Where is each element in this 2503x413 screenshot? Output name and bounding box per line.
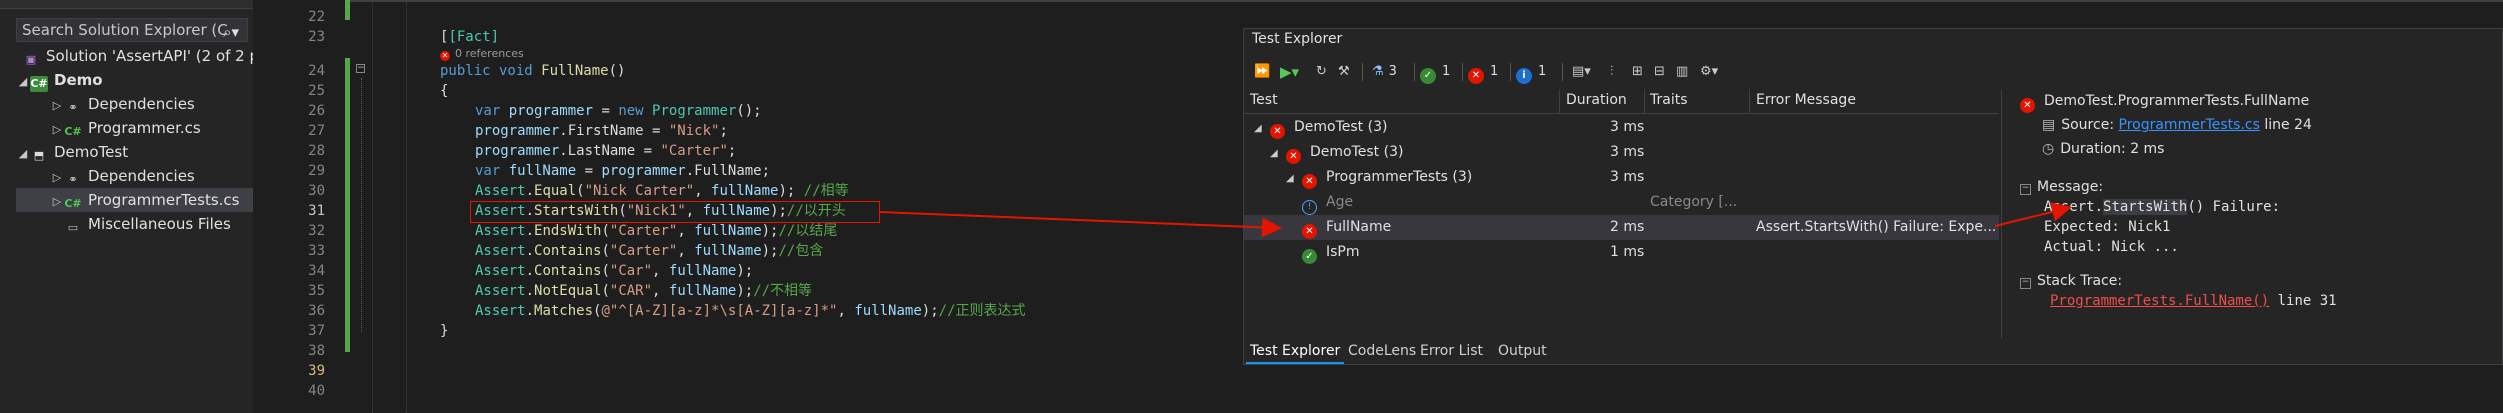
annotation-layer bbox=[879, 202, 2072, 238]
annotation-arrow bbox=[879, 211, 1282, 238]
annotation-arrow bbox=[1994, 202, 2072, 227]
